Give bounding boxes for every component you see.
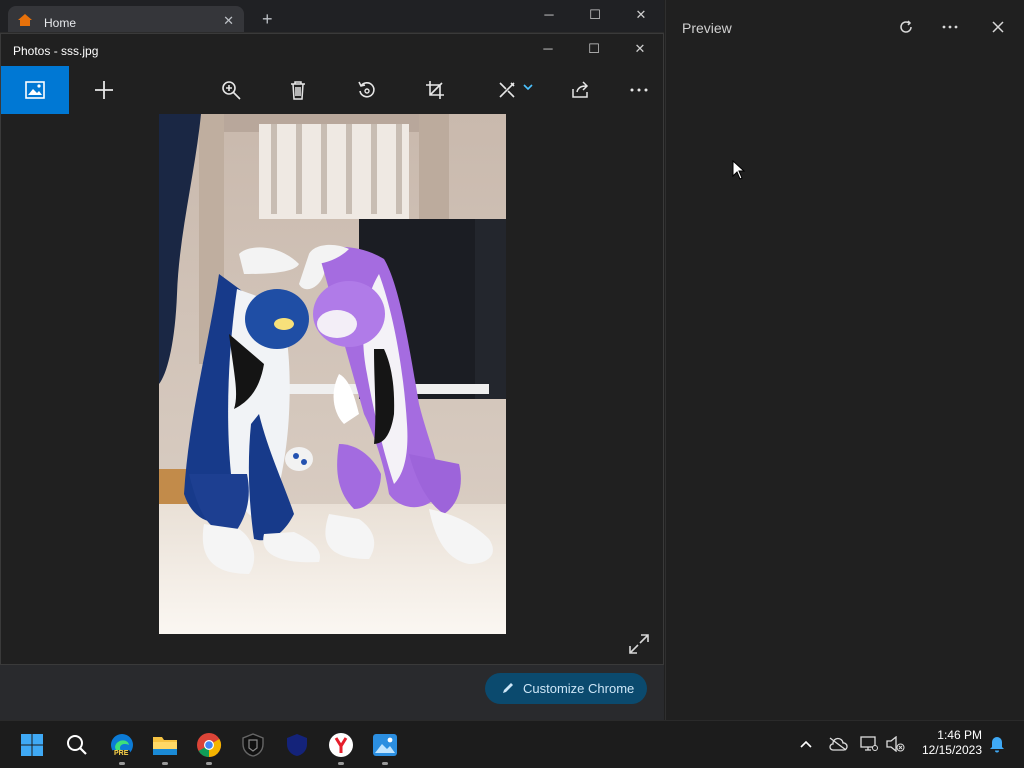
preview-more-button[interactable]	[936, 14, 964, 40]
chrome-tab-home[interactable]: Home ✕	[8, 6, 244, 32]
file-explorer-button[interactable]	[149, 729, 181, 765]
share-button[interactable]	[559, 66, 603, 114]
chrome-tabbar: Home ✕ + ─ ☐ ✕	[0, 0, 664, 32]
zoom-in-icon	[222, 81, 241, 100]
add-button[interactable]	[82, 66, 126, 114]
preview-title: Preview	[682, 20, 732, 36]
notifications-button[interactable]	[986, 734, 1008, 754]
onedrive-tray-button[interactable]	[827, 734, 849, 754]
running-indicator	[382, 762, 388, 765]
chevron-up-icon	[800, 740, 812, 748]
chrome-taskbar-button[interactable]	[193, 729, 225, 765]
refresh-icon	[900, 20, 912, 33]
clock-date: 12/15/2023	[921, 743, 982, 757]
volume-muted-icon	[886, 736, 905, 752]
photo-viewer[interactable]	[1, 114, 663, 664]
plus-icon	[95, 81, 113, 99]
chrome-minimize-button[interactable]: ─	[526, 0, 572, 30]
taskbar-clock[interactable]: 1:46 PM 12/15/2023	[912, 728, 982, 758]
show-hidden-icons-button[interactable]	[795, 734, 817, 754]
close-tab-icon[interactable]: ✕	[223, 13, 234, 29]
shield-icon	[242, 733, 264, 757]
edge-preview-badge: PRE	[112, 750, 131, 757]
network-tray-button[interactable]	[858, 734, 880, 754]
home-icon	[18, 14, 32, 26]
mouse-cursor-icon	[732, 160, 746, 180]
photos-app-icon	[373, 734, 397, 756]
preview-pane: Preview	[665, 0, 1024, 720]
photo-image[interactable]	[159, 114, 506, 634]
share-icon	[572, 81, 589, 98]
crop-icon	[426, 81, 444, 99]
blue-app-button[interactable]	[281, 729, 313, 761]
blue-shield-icon	[287, 734, 307, 756]
clock-time: 1:46 PM	[937, 728, 982, 742]
chrome-maximize-button[interactable]: ☐	[572, 0, 618, 30]
shield-app-button[interactable]	[237, 729, 269, 761]
photos-minimize-button[interactable]: ─	[525, 34, 571, 64]
chrome-close-button[interactable]: ✕	[618, 0, 664, 30]
chrome-tab-title: Home	[44, 16, 77, 30]
running-indicator	[119, 762, 125, 765]
chrome-icon	[197, 733, 222, 757]
volume-tray-button[interactable]	[884, 734, 906, 754]
bell-icon	[990, 737, 1004, 753]
expand-icon[interactable]	[627, 632, 651, 656]
more-icon	[630, 88, 648, 92]
photo-illustration	[159, 114, 506, 634]
photos-toolbar	[1, 66, 663, 114]
folder-icon	[153, 737, 177, 755]
customize-chrome-button[interactable]: Customize Chrome	[485, 673, 647, 704]
rotate-button[interactable]	[345, 66, 389, 114]
cloud-off-icon	[829, 737, 848, 751]
gallery-button[interactable]	[1, 66, 69, 114]
edit-tools-icon	[499, 82, 515, 98]
new-tab-button[interactable]: +	[262, 10, 273, 28]
photos-window: Photos - sss.jpg ─ ☐ ✕	[0, 33, 664, 665]
yandex-button[interactable]	[325, 729, 357, 765]
edge-preview-button[interactable]: PRE	[106, 729, 138, 765]
photos-close-button[interactable]: ✕	[617, 34, 663, 64]
preview-close-button[interactable]	[984, 14, 1012, 40]
running-indicator	[162, 762, 168, 765]
more-options-button[interactable]	[617, 66, 661, 114]
running-indicator	[206, 762, 212, 765]
delete-button[interactable]	[276, 66, 320, 114]
image-icon	[25, 81, 45, 99]
close-icon	[992, 21, 1004, 33]
edit-button[interactable]	[489, 66, 541, 114]
zoom-button[interactable]	[209, 66, 253, 114]
search-icon	[67, 735, 87, 755]
refresh-button[interactable]	[892, 14, 920, 40]
photos-taskbar-button[interactable]	[369, 729, 401, 765]
more-icon	[942, 25, 958, 29]
photos-window-title: Photos - sss.jpg	[13, 44, 99, 58]
trash-icon	[291, 81, 305, 100]
running-indicator	[338, 762, 344, 765]
search-button[interactable]	[61, 729, 93, 761]
photos-maximize-button[interactable]: ☐	[571, 34, 617, 64]
chevron-down-icon	[523, 84, 533, 91]
customize-chrome-label: Customize Chrome	[523, 681, 635, 696]
start-button[interactable]	[16, 729, 48, 761]
crop-button[interactable]	[413, 66, 457, 114]
pencil-icon	[503, 683, 513, 693]
rotate-icon	[358, 81, 375, 98]
yandex-icon	[329, 733, 353, 757]
windows-logo-icon	[21, 734, 43, 756]
network-monitor-icon	[860, 736, 878, 751]
